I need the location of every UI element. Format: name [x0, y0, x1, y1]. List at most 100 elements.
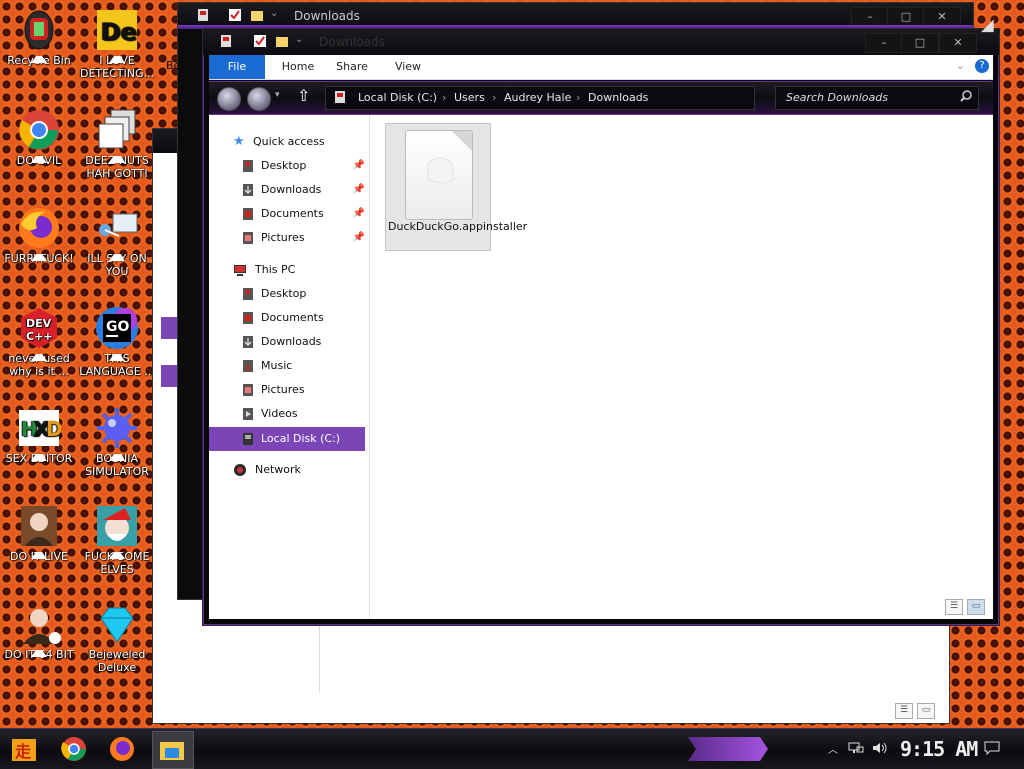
- nav-local-disk[interactable]: Local Disk (C:): [209, 427, 365, 451]
- clock[interactable]: 9:15 AM: [900, 737, 978, 761]
- desktop-icon-portrait-64[interactable]: DO IT 64 BIT: [0, 602, 78, 661]
- maximize-button[interactable]: □: [887, 7, 925, 27]
- nav-quick-access[interactable]: ★ Quick access: [233, 131, 363, 153]
- new-folder-icon[interactable]: [250, 8, 264, 22]
- details-view-button[interactable]: ☰: [945, 599, 963, 615]
- desktop-icon-mine[interactable]: BOSNIA SIMULATOR: [78, 406, 156, 478]
- desktop-icon-firefox[interactable]: FURRYFUCK!: [0, 206, 78, 265]
- nav-quick-downloads[interactable]: Downloads 📌: [241, 179, 365, 201]
- desktop-icon-bejeweled[interactable]: Bejeweled Deluxe: [78, 602, 156, 674]
- up-arrow-icon[interactable]: ⇧: [297, 86, 310, 105]
- forward-button[interactable]: [247, 87, 271, 111]
- desktop-icon-goland[interactable]: GO THIS LANGUAGE ...: [78, 306, 156, 378]
- search-icon[interactable]: [960, 90, 972, 105]
- breadcrumb-item[interactable]: Audrey Hale: [504, 91, 571, 104]
- minimize-button[interactable]: –: [865, 33, 903, 53]
- portrait-64-icon: [17, 602, 61, 657]
- taskbar-file-explorer[interactable]: [152, 731, 194, 769]
- nav-quick-desktop[interactable]: Desktop 📌: [241, 155, 365, 177]
- search-box[interactable]: Search Downloads: [775, 86, 979, 110]
- nav-pc-desktop[interactable]: Desktop: [241, 283, 365, 305]
- show-hidden-icons[interactable]: ︿: [828, 741, 838, 756]
- file-explorer-window[interactable]: ⌄ Downloads – □ ✕ File Home Share View ⌄…: [202, 28, 1000, 626]
- properties-icon[interactable]: [228, 8, 242, 22]
- recent-locations-icon[interactable]: ▾: [275, 90, 280, 100]
- diamond-icon: [95, 602, 139, 646]
- nav-label: Documents: [261, 207, 324, 220]
- network-icon: [233, 463, 247, 477]
- close-button[interactable]: ✕: [939, 33, 977, 53]
- taskbar-firefox[interactable]: [106, 733, 138, 765]
- pin-icon: 📌: [352, 160, 365, 171]
- desktop-icon-recycle-bin[interactable]: Recycle Bin: [0, 8, 78, 67]
- desktop-icon-hxd[interactable]: HXD SEX EDITOR: [0, 406, 78, 465]
- ribbon-tab-home[interactable]: Home: [275, 55, 321, 79]
- svg-text:C++: C++: [26, 330, 53, 343]
- address-bar[interactable]: Local Disk (C:) › Users › Audrey Hale › …: [325, 86, 755, 110]
- downloads-icon: [241, 335, 255, 349]
- nav-quick-documents[interactable]: Documents 📌: [241, 203, 365, 225]
- ribbon-tab-share[interactable]: Share: [329, 55, 375, 79]
- network-icon[interactable]: [848, 741, 864, 758]
- dev-cpp-icon: DEV C++: [17, 306, 61, 361]
- ribbon-tab-file[interactable]: File: [209, 55, 265, 79]
- desktop-icon-network-camera[interactable]: ILL SPY ON YOU: [78, 206, 156, 278]
- nav-label: Desktop: [261, 159, 307, 172]
- help-icon[interactable]: ?: [975, 59, 989, 73]
- qat-dropdown-icon[interactable]: ⌄: [295, 34, 303, 45]
- taskbar-chrome[interactable]: [58, 733, 90, 765]
- desktop-icon-detect-it-easy[interactable]: De I LOVE DETECTING...: [78, 8, 156, 80]
- nav-pc-downloads[interactable]: Downloads: [241, 331, 365, 353]
- breadcrumb-separator: ›: [492, 91, 497, 104]
- nav-pc-music[interactable]: Music: [241, 355, 365, 377]
- computer-icon: [233, 263, 247, 277]
- nav-pc-documents[interactable]: Documents: [241, 307, 365, 329]
- nav-label: Desktop: [261, 287, 307, 300]
- close-button[interactable]: ✕: [923, 7, 961, 27]
- start-button[interactable]: 走: [8, 733, 40, 765]
- svg-text:D: D: [46, 417, 61, 441]
- desktop-icon-portrait[interactable]: DO IT LIVE: [0, 504, 78, 563]
- action-center-icon[interactable]: [984, 741, 1000, 758]
- nav-this-pc[interactable]: This PC: [233, 259, 363, 281]
- nav-pc-pictures[interactable]: Pictures: [241, 379, 365, 401]
- detect-it-easy-icon: De: [95, 8, 139, 63]
- breadcrumb-item[interactable]: Local Disk (C:): [358, 91, 437, 104]
- svg-text:GO: GO: [106, 319, 129, 335]
- desktop-icon-dev-cpp[interactable]: DEV C++ never used why is it ...: [0, 306, 78, 378]
- desktop-icon-chrome[interactable]: DO EVIL: [0, 108, 78, 167]
- drive-icon: [334, 90, 346, 107]
- nav-quick-pictures[interactable]: Pictures 📌: [241, 227, 365, 249]
- minimize-button[interactable]: –: [851, 7, 889, 27]
- documents-icon: [241, 207, 255, 221]
- new-folder-icon[interactable]: [275, 34, 289, 48]
- breadcrumb-item[interactable]: Users: [454, 91, 485, 104]
- large-icons-view-button[interactable]: ▭: [917, 703, 935, 719]
- details-view-button[interactable]: ☰: [895, 703, 913, 719]
- expand-ribbon-icon[interactable]: ⌄: [956, 59, 965, 72]
- nav-pc-videos[interactable]: Videos: [241, 403, 365, 425]
- ribbon-tab-view[interactable]: View: [385, 55, 431, 79]
- file-name: DuckDuckGo.appinstaller: [388, 220, 528, 233]
- properties-icon[interactable]: [253, 34, 267, 48]
- file-item[interactable]: DuckDuckGo.appinstaller: [385, 123, 528, 251]
- breadcrumb-separator: ›: [576, 91, 581, 104]
- svg-text:DEV: DEV: [26, 317, 52, 330]
- breadcrumb-separator: ›: [442, 91, 447, 104]
- maximize-button[interactable]: □: [901, 33, 939, 53]
- nav-label: Local Disk (C:): [261, 432, 341, 445]
- volume-icon[interactable]: [872, 741, 888, 758]
- back-button[interactable]: [217, 87, 241, 111]
- title-bar[interactable]: ⌄ Downloads – □ ✕: [203, 29, 999, 55]
- desktop-icon-santa[interactable]: FUCK SOME ELVES: [78, 504, 156, 576]
- desktop-icon-windows-stack[interactable]: DEEZ NUTS HAH GOTTI: [78, 108, 156, 180]
- breadcrumb-item[interactable]: Downloads: [588, 91, 648, 104]
- portrait-icon: [17, 504, 61, 559]
- qat-dropdown-icon[interactable]: ⌄: [270, 8, 278, 19]
- large-icons-view-button[interactable]: ▭: [967, 599, 985, 615]
- nav-network[interactable]: Network: [233, 459, 363, 481]
- desktop-icon: [241, 287, 255, 301]
- drive-icon: [241, 432, 255, 449]
- svg-text:走: 走: [14, 742, 31, 761]
- window-title: Downloads: [294, 9, 360, 23]
